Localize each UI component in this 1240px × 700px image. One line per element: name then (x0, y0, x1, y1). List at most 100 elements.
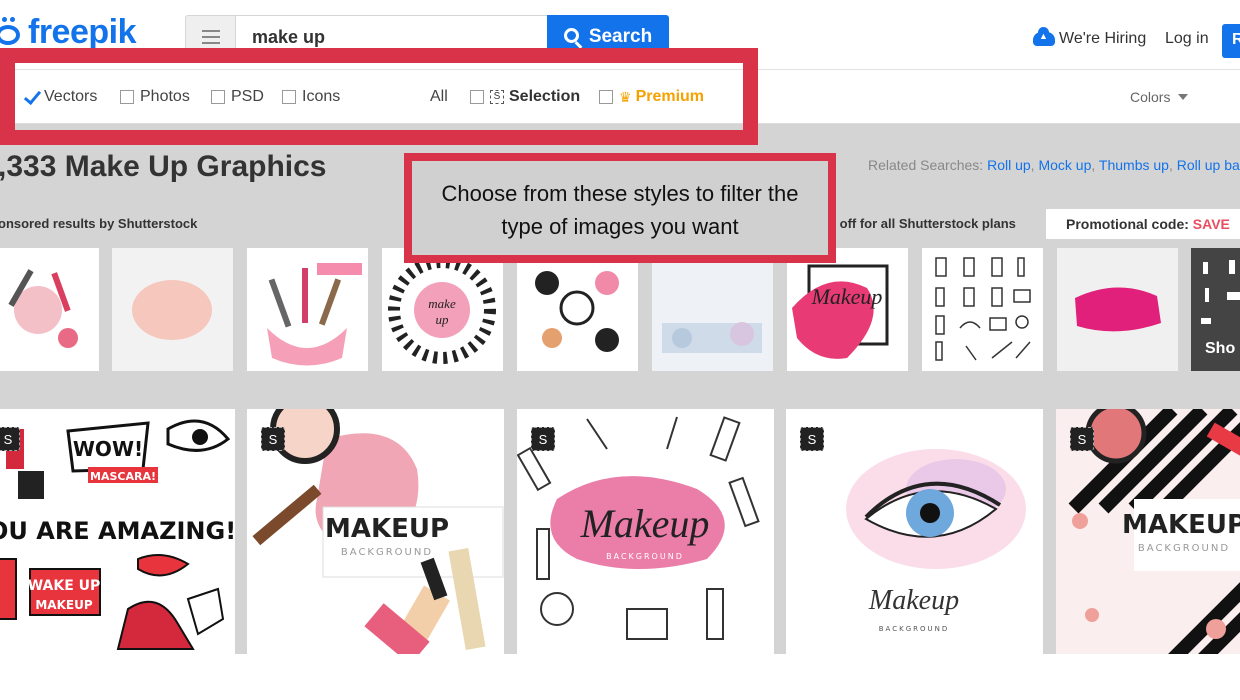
svg-text:BACKGROUND: BACKGROUND (879, 625, 950, 633)
related-link[interactable]: Roll up bar (1177, 157, 1240, 173)
filter-label: Icons (302, 88, 341, 105)
checkbox-icon[interactable] (470, 90, 484, 104)
thumbnail[interactable]: make up (382, 248, 503, 371)
svg-text:WAKE UP: WAKE UP (28, 578, 101, 594)
login-link[interactable]: Log in (1165, 30, 1209, 48)
svg-text:Makeup: Makeup (580, 501, 710, 546)
filter-label: Premium (635, 88, 705, 105)
result-card[interactable]: WOW! MASCARA! OU ARE AMAZING! WAKE UP MA… (0, 409, 235, 654)
promo-label: Promotional code: (1066, 216, 1189, 232)
checkbox-icon[interactable] (599, 90, 613, 104)
top-header: freepik make up Search We're Hiring Log … (0, 0, 1240, 70)
results-title: ,333 Make Up Graphics (0, 150, 327, 183)
selection-badge-icon: S (0, 427, 20, 451)
filter-vectors[interactable]: Vectors (24, 88, 97, 106)
watercolor-eye-image: Makeup BACKGROUND (786, 409, 1043, 654)
show-more-label[interactable]: Sho (1205, 340, 1235, 358)
callout-line-1: Choose from these styles to filter the (441, 181, 799, 206)
filter-label: All (430, 88, 448, 105)
related-link[interactable]: Roll up (987, 157, 1031, 173)
callout-line-2: type of images you want (501, 214, 739, 239)
filter-psd[interactable]: PSD (211, 88, 264, 106)
svg-text:MAKEUP: MAKEUP (35, 598, 92, 612)
result-card[interactable]: MAKEUP BACKGROUND S (247, 409, 504, 654)
logo-icon (0, 17, 22, 47)
filter-icons[interactable]: Icons (282, 88, 340, 106)
instruction-callout: Choose from these styles to filter the t… (404, 153, 836, 263)
page-bottom-margin (0, 654, 1240, 700)
selection-badge-icon: S (261, 427, 285, 451)
filter-label: Photos (140, 88, 190, 105)
selection-badge-icon: S (800, 427, 824, 451)
checkbox-icon[interactable] (211, 90, 225, 104)
checkbox-icon[interactable] (282, 90, 296, 104)
filter-bar: Vectors Photos PSD Icons All S Selection… (0, 71, 1240, 124)
logo-text: freepik (28, 13, 137, 51)
filter-premium[interactable]: ♛ Premium (599, 88, 704, 106)
related-searches: Related Searches: Roll up, Mock up, Thum… (868, 157, 1240, 173)
promo-code-value: SAVE (1192, 216, 1230, 232)
filter-label: PSD (231, 88, 264, 105)
svg-text:up: up (436, 312, 450, 327)
pink-brush-image (112, 248, 233, 371)
hiring-label: We're Hiring (1059, 30, 1147, 47)
make-up-circle-image: make up (388, 256, 496, 364)
filter-photos[interactable]: Photos (120, 88, 190, 106)
selection-icon: S (490, 90, 504, 104)
search-input[interactable]: make up (235, 15, 547, 59)
svg-text:BACKGROUND: BACKGROUND (1138, 543, 1230, 554)
related-prefix: Related Searches: (868, 157, 984, 173)
register-button[interactable]: R (1222, 24, 1240, 58)
filter-all[interactable]: All (430, 88, 448, 106)
cosmetic-icons-image (535, 271, 619, 352)
thumbnail[interactable] (112, 248, 233, 371)
svg-text:MAKEUP: MAKEUP (325, 514, 449, 544)
svg-text:OU ARE AMAZING!: OU ARE AMAZING! (0, 517, 235, 545)
selection-badge-icon: S (531, 427, 555, 451)
makeup-background-image: MAKEUP BACKGROUND (247, 409, 504, 654)
thumbnail[interactable] (517, 248, 638, 371)
svg-text:MASCARA!: MASCARA! (90, 470, 156, 483)
search-button-label: Search (588, 26, 653, 47)
watercolor-makeup-image: Makeup BACKGROUND (517, 409, 774, 654)
caret-down-icon (1178, 94, 1189, 100)
svg-text:BACKGROUND: BACKGROUND (341, 547, 433, 558)
thumbnail[interactable] (652, 248, 773, 371)
crown-icon: ♛ (619, 88, 632, 105)
thumbnail[interactable] (922, 248, 1043, 371)
cosmetic-bag-image (267, 263, 362, 366)
search-button[interactable]: Search (547, 15, 669, 59)
svg-text:Makeup: Makeup (811, 284, 883, 309)
search-icon (563, 27, 579, 43)
svg-text:WOW!: WOW! (73, 437, 143, 461)
result-card[interactable]: Makeup BACKGROUND S (786, 409, 1043, 654)
makeup-lettering-image: Makeup (792, 264, 889, 359)
sponsored-label: onsored results by Shutterstock (0, 216, 198, 231)
result-card[interactable]: MAKEUP BACKGROUND S (1056, 409, 1240, 654)
pop-art-makeup-image: WOW! MASCARA! OU ARE AMAZING! WAKE UP MA… (0, 409, 235, 654)
thumbnail[interactable] (1057, 248, 1178, 371)
related-link[interactable]: Thumbs up (1099, 157, 1169, 173)
filter-selection[interactable]: S Selection (470, 88, 580, 106)
thumbnail[interactable] (0, 248, 99, 371)
makeup-set-image (8, 269, 78, 348)
colors-label: Colors (1130, 89, 1171, 105)
promo-code: Promotional code: SAVE (1046, 209, 1240, 239)
related-link[interactable]: Mock up (1038, 157, 1091, 173)
selection-badge-icon: S (1070, 427, 1094, 451)
checkbox-icon[interactable] (120, 90, 134, 104)
line-icons-image (935, 257, 1031, 361)
colors-dropdown[interactable]: Colors (1130, 89, 1189, 105)
cloud-upload-icon (1033, 27, 1055, 46)
freepik-logo[interactable]: freepik (0, 12, 137, 52)
svg-text:Makeup: Makeup (868, 585, 959, 616)
hiring-link[interactable]: We're Hiring (1033, 27, 1147, 48)
discount-label: 10% off for all Shutterstock plans (810, 216, 1016, 231)
result-card[interactable]: Makeup BACKGROUND S (517, 409, 774, 654)
thumbnail[interactable]: Makeup (787, 248, 908, 371)
thumbnail[interactable] (247, 248, 368, 371)
checked-checkbox-icon[interactable] (24, 90, 38, 104)
menu-button[interactable] (185, 15, 235, 59)
pastel-background-image (652, 248, 773, 371)
svg-text:make: make (428, 296, 456, 311)
